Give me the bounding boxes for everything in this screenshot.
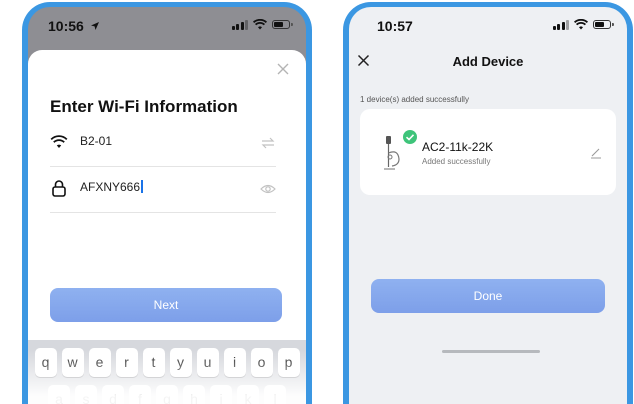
keyboard-row-2: asdfghjkl	[32, 385, 302, 404]
key-u[interactable]: u	[196, 348, 219, 377]
signal-icon	[552, 19, 569, 30]
home-indicator	[442, 350, 540, 353]
check-icon	[403, 130, 417, 144]
swap-icon[interactable]	[260, 135, 276, 151]
edit-icon[interactable]	[590, 147, 602, 159]
battery-icon	[593, 20, 614, 29]
page-title: Enter Wi-Fi Information	[50, 97, 238, 116]
status-icons	[231, 19, 293, 30]
key-e[interactable]: e	[88, 348, 111, 377]
key-o[interactable]: o	[250, 348, 273, 377]
key-h[interactable]: h	[183, 385, 205, 404]
wifi-icon	[253, 19, 267, 30]
key-s[interactable]: s	[75, 385, 97, 404]
success-summary: 1 device(s) added successfully	[360, 95, 469, 104]
key-i[interactable]: i	[223, 348, 246, 377]
key-t[interactable]: t	[142, 348, 165, 377]
key-y[interactable]: y	[169, 348, 192, 377]
wifi-ssid-field[interactable]: B2-01	[50, 122, 276, 167]
key-q[interactable]: q	[34, 348, 57, 377]
key-k[interactable]: k	[237, 385, 259, 404]
left-phone-frame: 10:56 Enter Wi-Fi Information B2-01 AFXN…	[22, 2, 312, 404]
password-text: AFXNY666	[80, 180, 141, 194]
status-bar: 10:57	[349, 7, 627, 41]
device-status: Added successfully	[422, 157, 491, 166]
status-time-text: 10:56	[48, 18, 84, 34]
keyboard: qwertyuiop asdfghjkl	[28, 340, 306, 404]
wifi-sheet: Enter Wi-Fi Information B2-01 AFXNY666 N…	[28, 50, 306, 404]
battery-icon	[272, 20, 293, 29]
wifi-ssid-value: B2-01	[80, 134, 113, 148]
eye-icon[interactable]	[260, 181, 276, 197]
keyboard-row-1: qwertyuiop	[32, 348, 302, 377]
right-phone-frame: 10:57 Add Device 1 device(s) added succe…	[343, 2, 633, 404]
wifi-icon	[574, 19, 588, 30]
page-title: Add Device	[452, 54, 524, 69]
wifi-icon	[50, 135, 68, 148]
lock-icon	[52, 180, 66, 197]
wifi-password-field[interactable]: AFXNY666	[50, 168, 276, 213]
status-bar: 10:56	[28, 7, 306, 41]
key-a[interactable]: a	[48, 385, 70, 404]
status-time: 10:57	[377, 18, 413, 34]
signal-icon	[231, 19, 248, 30]
status-time: 10:56	[48, 18, 100, 34]
key-d[interactable]: d	[102, 385, 124, 404]
close-icon[interactable]	[276, 62, 290, 76]
key-p[interactable]: p	[277, 348, 300, 377]
key-w[interactable]: w	[61, 348, 84, 377]
key-r[interactable]: r	[115, 348, 138, 377]
add-device-screen: 10:57 Add Device 1 device(s) added succe…	[349, 7, 627, 404]
location-arrow-icon	[90, 22, 99, 30]
key-f[interactable]: f	[129, 385, 151, 404]
nav-bar: Add Device	[349, 41, 627, 81]
key-j[interactable]: j	[210, 385, 232, 404]
key-l[interactable]: l	[264, 385, 286, 404]
key-g[interactable]: g	[156, 385, 178, 404]
device-name: AC2-11k-22K	[422, 140, 494, 154]
text-cursor	[141, 180, 143, 193]
status-icons	[552, 19, 614, 30]
device-card[interactable]: AC2-11k-22K Added successfully	[360, 109, 616, 195]
wifi-screen: 10:56 Enter Wi-Fi Information B2-01 AFXN…	[28, 7, 306, 404]
done-button[interactable]: Done	[371, 279, 605, 313]
next-button[interactable]: Next	[50, 288, 282, 322]
wifi-password-value[interactable]: AFXNY666	[80, 180, 143, 194]
